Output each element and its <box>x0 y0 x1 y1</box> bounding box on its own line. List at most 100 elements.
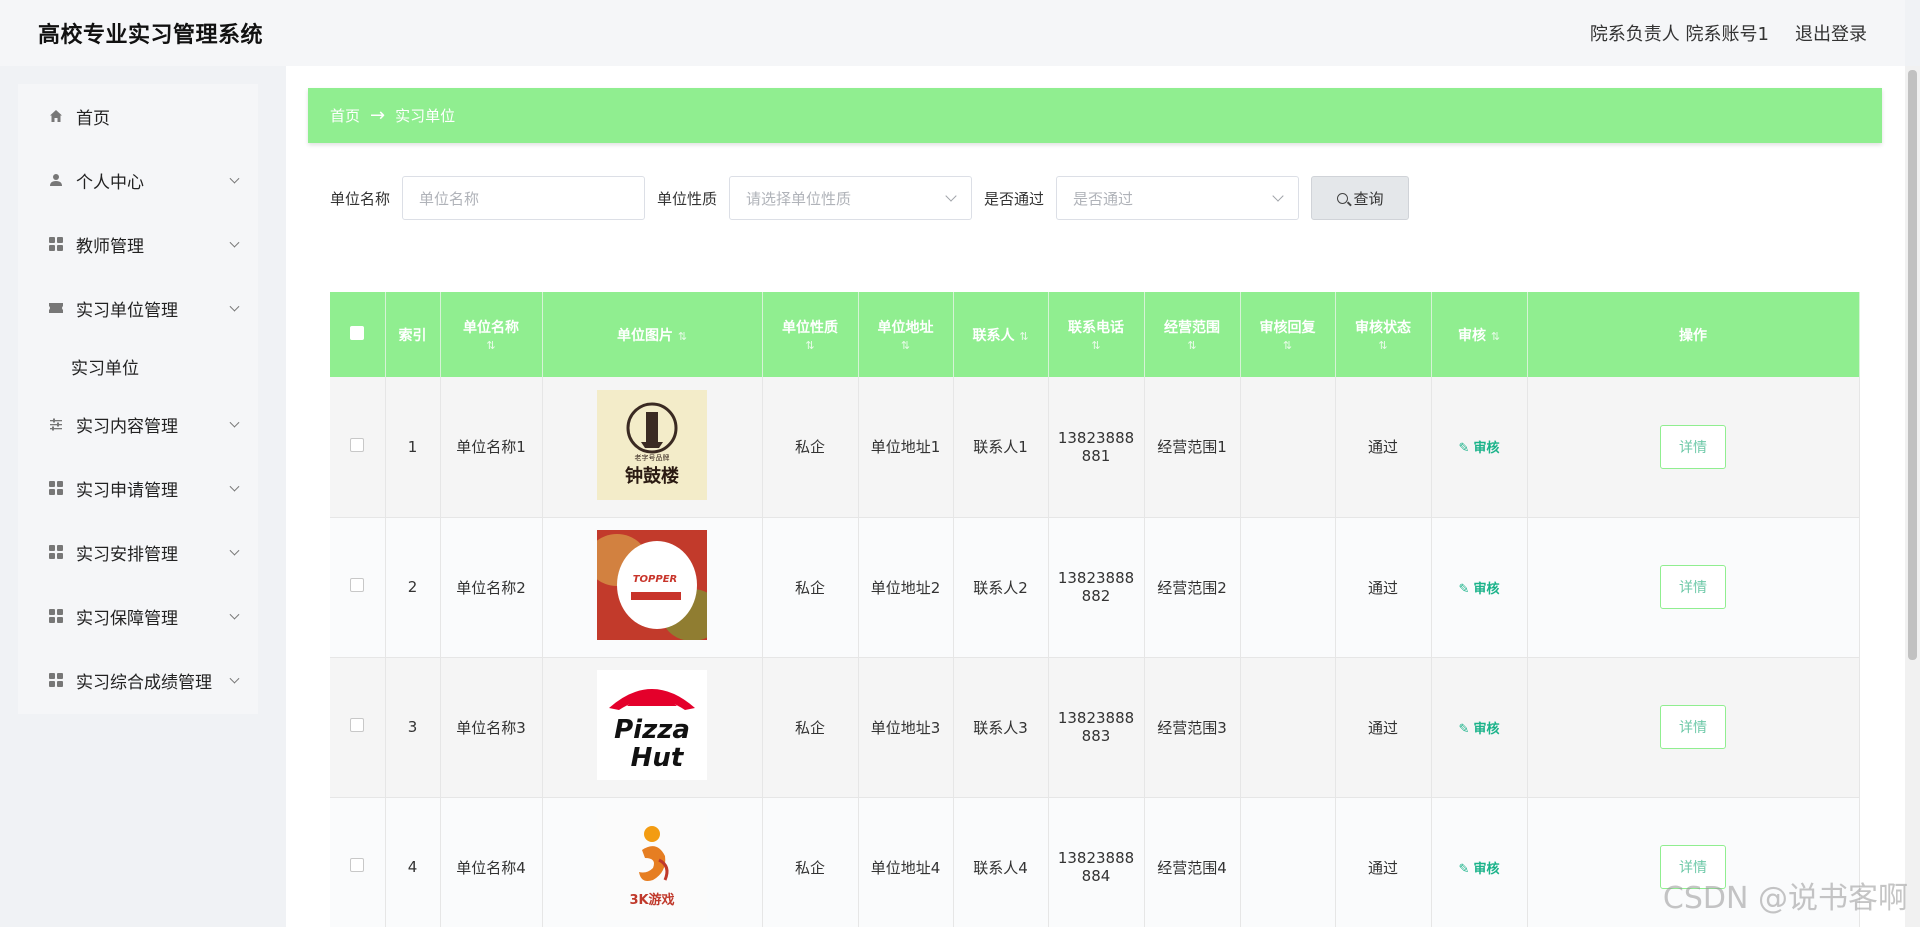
header-reply[interactable]: 审核回复 ⇅ <box>1240 292 1336 377</box>
sidebar-item-guarantee[interactable]: 实习保障管理 <box>18 584 258 648</box>
header-scope[interactable]: 经营范围 ⇅ <box>1144 292 1241 377</box>
audit-link[interactable]: ✎ 审核 <box>1459 582 1500 597</box>
header-select-all[interactable] <box>330 292 386 377</box>
row-unit-image[interactable]: Pizza Hut <box>542 657 763 798</box>
sidebar-item-label: 实习保障管理 <box>76 608 178 629</box>
sidebar-item-grades[interactable]: 实习综合成绩管理 <box>18 648 258 712</box>
row-unit-name: 单位名称2 <box>440 517 543 658</box>
query-button-label: 查询 <box>1353 189 1384 208</box>
sidebar-subitem-units[interactable]: 实习单位 <box>18 340 258 392</box>
header-unit-image[interactable]: 单位图片 ⇅ <box>542 292 763 377</box>
row-unit-address: 单位地址1 <box>858 377 954 518</box>
header-index: 索引 <box>385 292 441 377</box>
audit-link[interactable]: ✎ 审核 <box>1459 441 1500 456</box>
breadcrumb-home[interactable]: 首页 <box>330 105 360 126</box>
logout-link[interactable]: 退出登录 <box>1795 20 1867 46</box>
header-unit-name[interactable]: 单位名称 ⇅ <box>440 292 543 377</box>
sidebar: 首页 个人中心 教师管理 实习单位管理 实习单位 实习内容管理 实习申请管理 实… <box>0 66 286 927</box>
grid-icon <box>48 544 64 560</box>
scrollbar-thumb[interactable] <box>1908 70 1917 660</box>
table-row: 2 单位名称2 TOPPER 私企 单位地址2 联系人2 13823888 88… <box>330 517 1860 658</box>
ticket-icon <box>48 300 64 316</box>
audit-link[interactable]: ✎ 审核 <box>1459 722 1500 737</box>
row-phone: 13823888 884 <box>1048 797 1145 927</box>
table-row: 3 单位名称3 Pizza Hut 私企 单位地址3 联系人3 13823888… <box>330 657 1860 798</box>
tower-logo-sub: 老字号品牌 <box>635 453 670 462</box>
edit-icon: ✎ <box>1458 861 1470 877</box>
table-row: 1 单位名称1 老字号品牌 钟鼓楼 私企 单位地址1 联系人1 13823888… <box>330 377 1860 518</box>
top-header: 高校专业实习管理系统 院系负责人 院系账号1 退出登录 <box>0 0 1905 66</box>
sort-icon: ⇅ <box>1490 329 1501 343</box>
header-unit-address[interactable]: 单位地址 ⇅ <box>858 292 954 377</box>
breadcrumb: 首页 → 实习单位 <box>308 88 1882 143</box>
chevron-down-icon <box>229 481 240 492</box>
row-checkbox[interactable] <box>350 578 365 592</box>
game-logo-text: 3K游戏 <box>629 892 674 908</box>
grid-icon <box>48 608 64 624</box>
filter-bar: 单位名称 单位名称 单位性质 请选择单位性质 是否通过 是否通过 查询 <box>330 176 1410 220</box>
chevron-down-icon <box>229 609 240 620</box>
sidebar-item-teachers[interactable]: 教师管理 <box>18 212 258 276</box>
tower-logo[interactable]: 老字号品牌 钟鼓楼 <box>597 389 707 500</box>
header-phone[interactable]: 联系电话 ⇅ <box>1048 292 1145 377</box>
unit-name-input[interactable]: 单位名称 <box>402 176 646 220</box>
row-scope: 经营范围1 <box>1144 377 1241 518</box>
breadcrumb-arrow: → <box>370 105 386 126</box>
row-checkbox[interactable] <box>350 718 365 732</box>
current-user: 院系负责人 院系账号1 <box>1589 24 1769 45</box>
row-unit-type: 私企 <box>762 377 859 518</box>
row-checkbox[interactable] <box>350 437 365 452</box>
row-unit-image[interactable]: 老字号品牌 钟鼓楼 <box>542 377 763 518</box>
vertical-scrollbar[interactable] <box>1905 66 1920 927</box>
row-unit-image[interactable]: 3K游戏 <box>542 797 763 927</box>
row-reply <box>1240 517 1336 658</box>
edit-icon: ✎ <box>1458 581 1470 597</box>
query-button[interactable]: 查询 <box>1311 176 1410 220</box>
row-unit-name: 单位名称4 <box>440 797 543 927</box>
select-all-checkbox[interactable] <box>350 325 365 340</box>
row-reply <box>1240 377 1336 518</box>
detail-button[interactable]: 详情 <box>1660 565 1726 609</box>
row-reply <box>1240 797 1336 927</box>
detail-button[interactable]: 详情 <box>1660 705 1726 749</box>
row-checkbox[interactable] <box>350 858 365 872</box>
header-right: 院系负责人 院系账号1 退出登录 <box>1590 20 1867 46</box>
row-phone: 13823888 881 <box>1048 377 1145 518</box>
sidebar-item-label: 实习单位管理 <box>76 300 178 321</box>
game-logo[interactable]: 3K游戏 <box>597 810 707 920</box>
pizza-hut-logo-text-2: Hut <box>631 743 685 773</box>
header-audit[interactable]: 审核 ⇅ <box>1431 292 1528 377</box>
sidebar-item-content[interactable]: 实习内容管理 <box>18 392 258 456</box>
sidebar-item-applications[interactable]: 实习申请管理 <box>18 456 258 520</box>
breadcrumb-current: 实习单位 <box>395 107 456 125</box>
header-status[interactable]: 审核状态 ⇅ <box>1335 292 1432 377</box>
row-unit-type: 私企 <box>762 657 859 798</box>
burger-logo[interactable]: TOPPER <box>597 530 707 640</box>
row-contact: 联系人1 <box>953 377 1049 518</box>
header-unit-type[interactable]: 单位性质 ⇅ <box>762 292 859 377</box>
sidebar-item-label: 实习申请管理 <box>76 480 178 501</box>
row-unit-type: 私企 <box>762 517 859 658</box>
pass-label: 是否通过 <box>984 189 1045 208</box>
sort-icon: ⇅ <box>805 339 815 352</box>
pass-select[interactable]: 是否通过 <box>1056 176 1300 220</box>
header-contact[interactable]: 联系人 ⇅ <box>953 292 1049 377</box>
grid-icon <box>48 672 64 688</box>
unit-type-select[interactable]: 请选择单位性质 <box>729 176 973 220</box>
row-status: 通过 <box>1335 657 1432 798</box>
sidebar-item-personal[interactable]: 个人中心 <box>18 148 258 212</box>
row-unit-address: 单位地址3 <box>858 657 954 798</box>
row-phone: 13823888 882 <box>1048 517 1145 658</box>
sidebar-item-arrangements[interactable]: 实习安排管理 <box>18 520 258 584</box>
sort-icon: ⇅ <box>1187 339 1197 352</box>
chevron-down-icon <box>229 173 240 184</box>
edit-icon: ✎ <box>1458 721 1470 737</box>
sidebar-item-units[interactable]: 实习单位管理 <box>18 276 258 340</box>
sidebar-item-home[interactable]: 首页 <box>18 84 258 148</box>
detail-button[interactable]: 详情 <box>1660 424 1726 469</box>
audit-link[interactable]: ✎ 审核 <box>1459 862 1500 877</box>
pizza-hut-logo[interactable]: Pizza Hut <box>597 670 707 780</box>
row-unit-image[interactable]: TOPPER <box>542 517 763 658</box>
row-scope: 经营范围3 <box>1144 657 1241 798</box>
chevron-down-icon <box>229 301 240 312</box>
